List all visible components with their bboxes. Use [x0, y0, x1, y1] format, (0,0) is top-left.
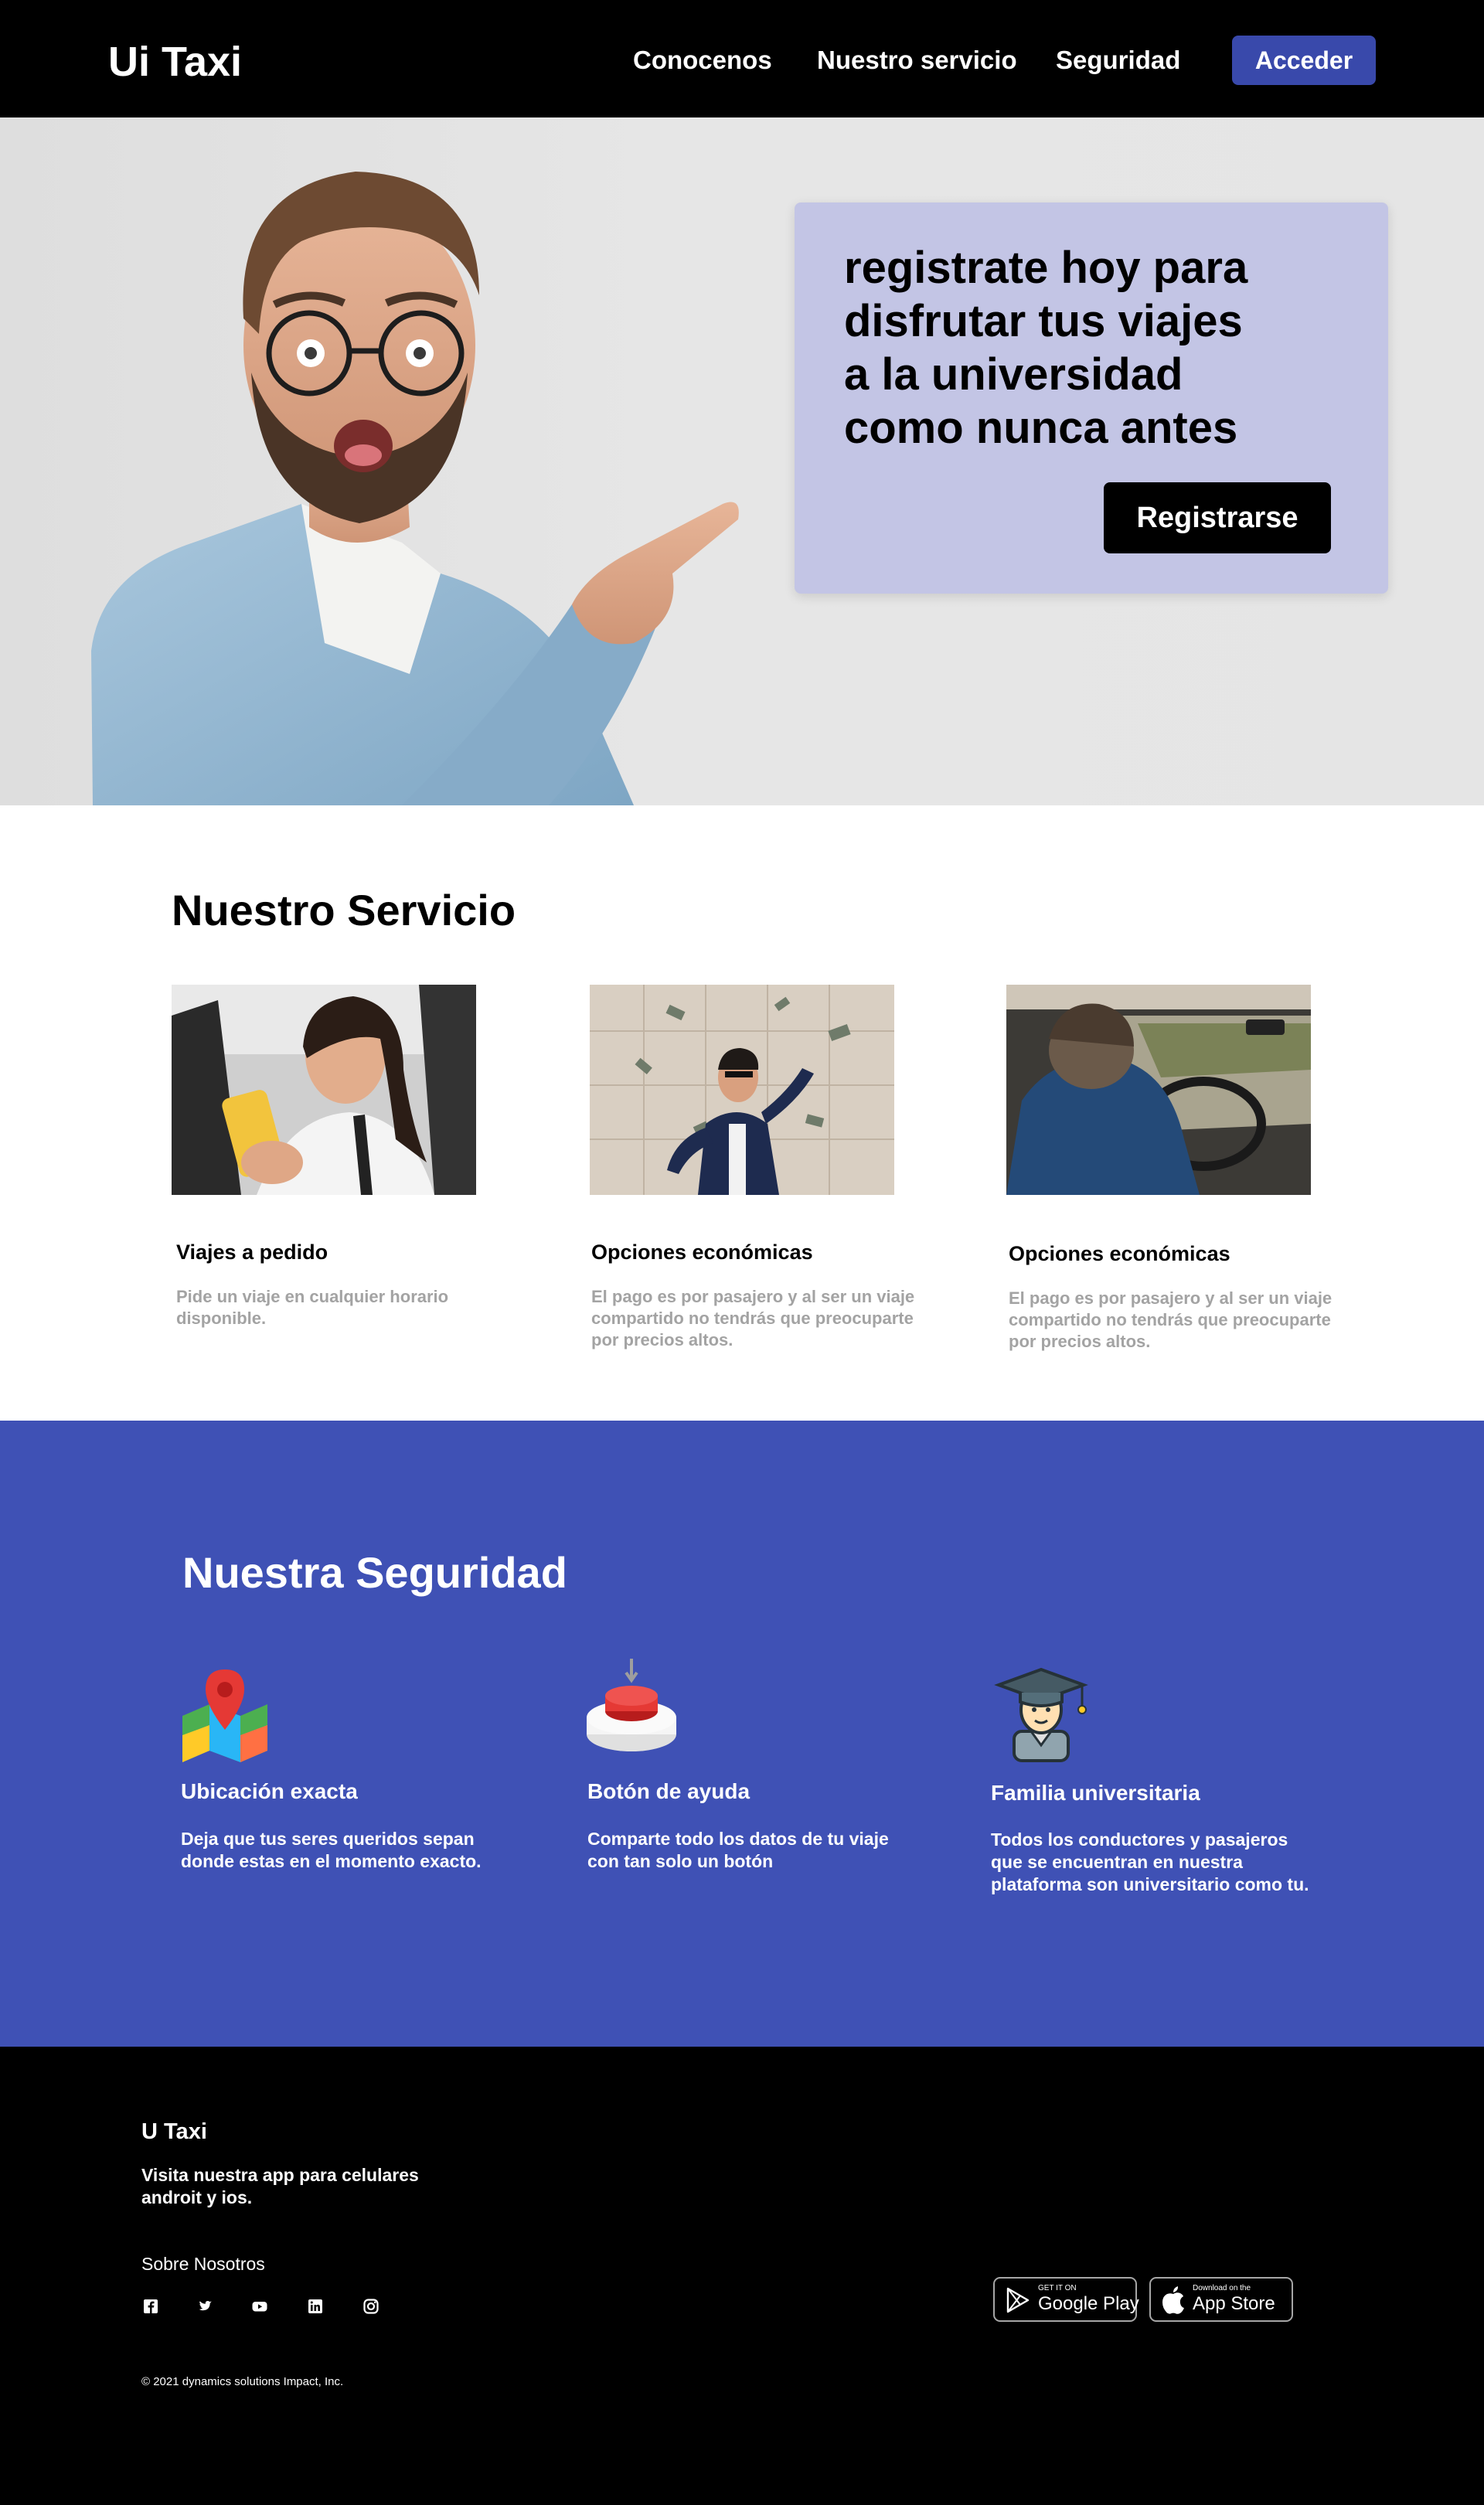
youtube-icon[interactable]: [250, 2297, 269, 2316]
apple-icon: [1162, 2286, 1184, 2314]
hero-headline: registrate hoy para disfrutar tus viajes…: [844, 241, 1277, 454]
service-image-conductor: [1006, 985, 1311, 1195]
service-name-1: Viajes a pedido: [176, 1241, 328, 1264]
nav-conocenos[interactable]: Conocenos: [633, 43, 772, 77]
footer: U Taxi Visita nuestra app para celulares…: [0, 2047, 1484, 2505]
twitter-icon[interactable]: [196, 2297, 214, 2316]
about-link[interactable]: Sobre Nosotros: [141, 2252, 265, 2275]
nav-nuestro-servicio[interactable]: Nuestro servicio: [817, 43, 1017, 77]
footer-brand: U Taxi: [141, 2119, 207, 2144]
google-play-small-text: GET IT ON: [1038, 2284, 1077, 2292]
hero-line-4: como nunca antes: [844, 403, 1238, 453]
copyright: © 2021 dynamics solutions Impact, Inc.: [141, 2375, 344, 2388]
register-button[interactable]: Registrarse: [1104, 482, 1331, 553]
signup-card: registrate hoy para disfrutar tus viajes…: [795, 203, 1388, 594]
app-store-small-text: Download on the: [1193, 2284, 1251, 2292]
linkedin-icon[interactable]: [306, 2297, 325, 2316]
service-image-economico: [590, 985, 894, 1195]
facebook-icon[interactable]: [141, 2297, 160, 2316]
footer-tagline: Visita nuestra app para celulares androi…: [141, 2165, 419, 2207]
service-desc-3: El pago es por pasajero y al ser un viaj…: [1009, 1288, 1333, 1351]
google-play-badge[interactable]: GET IT ON Google Play: [993, 2277, 1139, 2322]
app-store-text: App Store: [1193, 2293, 1275, 2314]
google-play-text: Google Play: [1038, 2293, 1139, 2314]
google-play-icon: [1006, 2287, 1030, 2313]
servicio-title: Nuestro Servicio: [172, 886, 516, 934]
seguridad-desc-1: Deja que tus seres queridos sepan donde …: [181, 1829, 482, 1871]
seguridad-title: Nuestra Seguridad: [182, 1548, 567, 1597]
seguridad-desc-3: Todos los conductores y pasajeros que se…: [991, 1829, 1309, 1894]
instagram-icon[interactable]: [362, 2297, 380, 2316]
hero-line-1: registrate hoy para: [844, 243, 1248, 293]
app-store-badge[interactable]: Download on the App Store: [1149, 2277, 1293, 2322]
panic-button-icon: [587, 1659, 676, 1751]
service-name-3: Opciones económicas: [1009, 1242, 1230, 1265]
nav-seguridad[interactable]: Seguridad: [1056, 43, 1180, 77]
map-pin-icon: [182, 1669, 267, 1762]
hero-line-3: a la universidad: [844, 349, 1183, 400]
service-desc-1: Pide un viaje en cualquier horario dispo…: [176, 1287, 449, 1328]
top-navbar: Ui Taxi Conocenos Nuestro servicio Segur…: [0, 0, 1484, 117]
hero-person-image: [91, 172, 739, 805]
service-desc-2: El pago es por pasajero y al ser un viaj…: [591, 1287, 915, 1350]
login-button[interactable]: Acceder: [1232, 36, 1376, 85]
logo[interactable]: Ui Taxi: [108, 37, 242, 87]
hero-section: registrate hoy para disfrutar tus viajes…: [0, 117, 1484, 805]
seguridad-desc-2: Comparte todo los datos de tu viaje con …: [587, 1829, 889, 1871]
hero-line-2: disfrutar tus viajes: [844, 296, 1243, 346]
service-name-2: Opciones económicas: [591, 1241, 813, 1264]
seguridad-name-1: Ubicación exacta: [181, 1779, 358, 1803]
seguridad-name-3: Familia universitaria: [991, 1781, 1200, 1805]
seguridad-section: Nuestra Seguridad Ubicación exacta Deja …: [0, 1421, 1484, 2047]
seguridad-name-2: Botón de ayuda: [587, 1779, 751, 1803]
service-image-viajes: [172, 985, 476, 1195]
graduate-icon: [994, 1667, 1088, 1762]
